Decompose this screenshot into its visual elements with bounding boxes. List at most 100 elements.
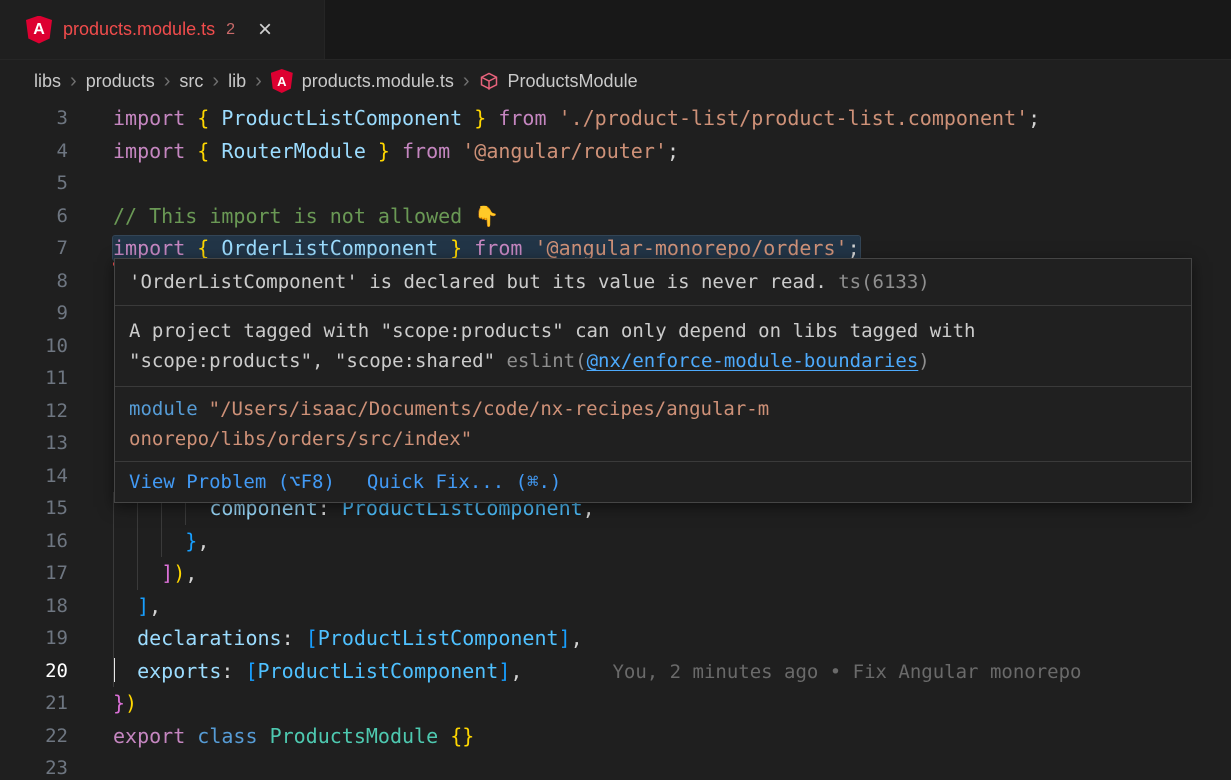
code-token: { (197, 106, 209, 130)
code-line[interactable]: 20 exports: [ProductListComponent],You, … (0, 655, 1231, 688)
tab-close-icon[interactable]: × (258, 18, 272, 42)
code-token (390, 139, 402, 163)
code-line[interactable]: 16 }, (0, 525, 1231, 558)
code-token: import (113, 106, 185, 130)
code-token: {} (450, 724, 474, 748)
line-number[interactable]: 21 (0, 687, 68, 720)
code-line[interactable]: 21}) (0, 687, 1231, 720)
breadcrumb-item-products[interactable]: products (86, 71, 155, 92)
view-problem-button[interactable]: View Problem (⌥F8) (129, 468, 335, 496)
quick-fix-button[interactable]: Quick Fix... (⌘.) (367, 468, 561, 496)
code-token: [ (306, 626, 318, 650)
breadcrumb-item-libs[interactable]: libs (34, 71, 61, 92)
code-token: './product-list/product-list.component' (559, 106, 1029, 130)
code-line-content: exports: [ProductListComponent],You, 2 m… (113, 655, 1231, 688)
code-line-content (113, 167, 1231, 200)
line-number[interactable]: 14 (0, 460, 68, 493)
indent-guide (113, 557, 137, 590)
breadcrumb-separator-icon: › (70, 70, 77, 93)
code-line-content: declarations: [ProductListComponent], (113, 622, 1231, 655)
line-number[interactable]: 20 (0, 655, 68, 688)
hover-ts-code: ts(6133) (838, 271, 930, 293)
line-number[interactable]: 11 (0, 362, 68, 395)
code-line[interactable]: 5 (0, 167, 1231, 200)
code-token: , (149, 594, 161, 618)
code-token: OrderListComponent (209, 236, 450, 260)
code-token: : (221, 659, 245, 683)
code-token: ProductListComponent (318, 626, 559, 650)
code-token: ; (1028, 106, 1040, 130)
line-number[interactable]: 5 (0, 167, 68, 200)
line-number[interactable]: 15 (0, 492, 68, 525)
module-keyword: module (129, 398, 198, 420)
code-line[interactable]: 18 ], (0, 590, 1231, 623)
code-line[interactable]: 22 export class ProductsModule {} (0, 720, 1231, 753)
line-number[interactable]: 23 (0, 752, 68, 780)
tab-filename: products.module.ts (63, 19, 215, 40)
code-token: import (113, 139, 185, 163)
code-token: from (402, 139, 450, 163)
code-token (438, 724, 450, 748)
line-number[interactable]: 10 (0, 330, 68, 363)
line-number[interactable]: 13 (0, 427, 68, 460)
line-number[interactable]: 18 (0, 590, 68, 623)
breadcrumb-separator-icon: › (255, 70, 262, 93)
breadcrumb-item-file[interactable]: products.module.ts (302, 71, 454, 92)
code-token: from (498, 106, 546, 130)
code-token: } (474, 106, 486, 130)
line-number[interactable]: 19 (0, 622, 68, 655)
code-line-content: ]), (113, 557, 1231, 590)
hover-ts-message: 'OrderListComponent' is declared but its… (115, 259, 1191, 306)
code-token (547, 106, 559, 130)
code-line[interactable]: 17 ]), (0, 557, 1231, 590)
code-line[interactable]: 6 // This import is not allowed 👇 (0, 200, 1231, 233)
code-token: '@angular/router' (462, 139, 667, 163)
code-token: } (450, 236, 462, 260)
hover-eslint-prefix: eslint( (495, 350, 587, 372)
line-number[interactable]: 9 (0, 297, 68, 330)
tab-products-module[interactable]: A products.module.ts 2 × (0, 0, 325, 59)
line-number[interactable]: 4 (0, 135, 68, 168)
line-number[interactable]: 22 (0, 720, 68, 753)
code-line[interactable]: 19 declarations: [ProductListComponent], (0, 622, 1231, 655)
code-token: ) (173, 561, 185, 585)
line-number[interactable]: 16 (0, 525, 68, 558)
code-token: declarations (137, 626, 282, 650)
indent-guide (113, 655, 137, 688)
error-hover-popup: 'OrderListComponent' is declared but its… (114, 258, 1192, 503)
code-line-content: // This import is not allowed 👇 (113, 200, 1231, 233)
code-token: ] (559, 626, 571, 650)
line-number[interactable]: 17 (0, 557, 68, 590)
code-token: from (474, 236, 522, 260)
line-number[interactable]: 6 (0, 200, 68, 233)
code-token: } (378, 139, 390, 163)
code-token: : (282, 626, 306, 650)
code-token: , (197, 529, 209, 553)
code-token: ] (137, 594, 149, 618)
line-number[interactable]: 12 (0, 395, 68, 428)
code-editor[interactable]: 3 import { ProductListComponent } from '.… (0, 102, 1231, 780)
tab-error-count-badge: 2 (226, 21, 235, 39)
line-number[interactable]: 3 (0, 102, 68, 135)
code-token: , (571, 626, 583, 650)
code-line[interactable]: 3import { ProductListComponent } from '.… (0, 102, 1231, 135)
code-line[interactable]: 4import { RouterModule } from '@angular/… (0, 135, 1231, 168)
indent-guide (113, 590, 137, 623)
indent-guide (137, 557, 161, 590)
code-line-content: export class ProductsModule {} (113, 720, 1231, 753)
code-token: ; (667, 139, 679, 163)
breadcrumb-item-src[interactable]: src (179, 71, 203, 92)
indent-guide (113, 622, 137, 655)
code-token (462, 236, 474, 260)
eslint-rule-link[interactable]: @nx/enforce-module-boundaries (587, 350, 919, 372)
breadcrumb-item-symbol[interactable]: ProductsModule (508, 71, 638, 92)
line-number[interactable]: 7 (0, 232, 68, 265)
indent-guide (161, 525, 185, 558)
breadcrumb-separator-icon: › (463, 70, 470, 93)
line-number[interactable]: 8 (0, 265, 68, 298)
breadcrumb-item-lib[interactable]: lib (228, 71, 246, 92)
code-line[interactable]: 23 (0, 752, 1231, 780)
code-token: 👇 (474, 204, 499, 228)
code-token: export (113, 724, 185, 748)
module-symbol-icon (479, 71, 499, 91)
